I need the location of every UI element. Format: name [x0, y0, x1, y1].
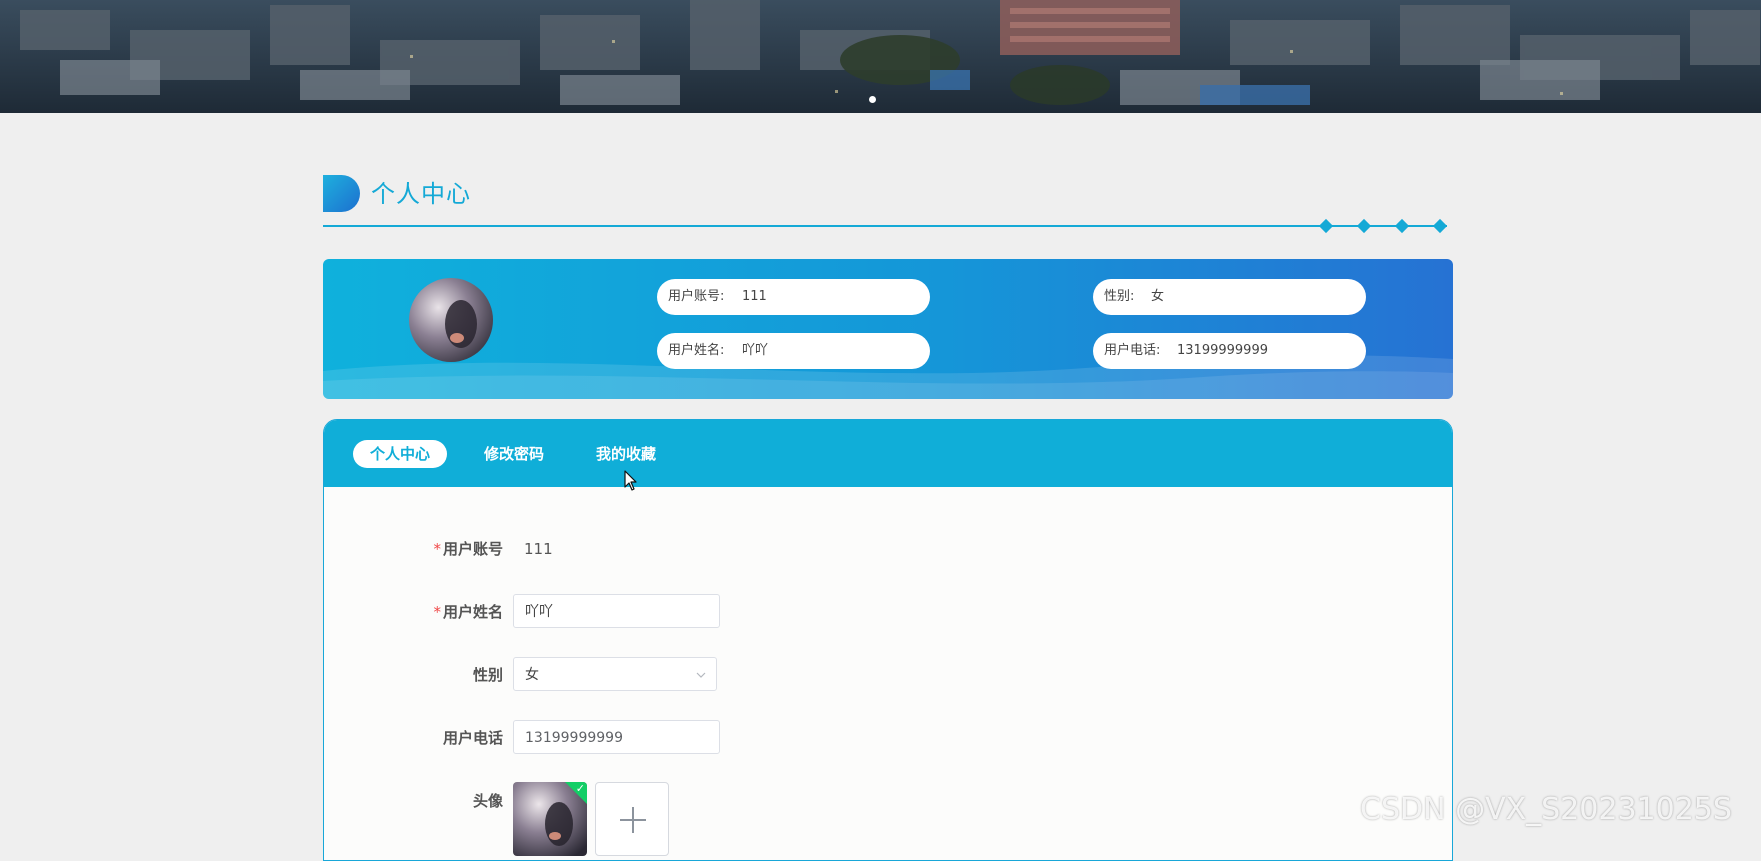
account-pill-label: 用户账号: [668, 289, 725, 304]
tab-change-password[interactable]: 修改密码 [474, 440, 554, 468]
chevron-down-icon [696, 672, 706, 678]
carousel-indicator-dot[interactable] [869, 96, 876, 103]
watermark: CSDN @VX_S20231025S [1360, 792, 1732, 827]
banner-image [0, 0, 1761, 113]
tab-bar: 个人中心 修改密码 我的收藏 [324, 420, 1452, 487]
name-label-text: 用户姓名 [442, 603, 503, 621]
diamond-icon [1394, 218, 1410, 234]
gender-field-label: 性别 [472, 666, 503, 684]
diamond-icon [1318, 218, 1334, 234]
phone-pill-label: 用户电话: [1104, 343, 1161, 358]
diamond-icon [1432, 218, 1448, 234]
name-input[interactable]: 吖吖 [513, 594, 720, 628]
required-mark: * [433, 603, 441, 621]
phone-pill-value: 13199999999 [1177, 343, 1268, 358]
account-label-text: 用户账号 [442, 540, 503, 558]
name-field-label: * 用户姓名 [363, 602, 503, 622]
gender-pill-label: 性别: [1104, 289, 1135, 304]
name-pill-label: 用户姓名: [668, 343, 725, 358]
mouse-cursor-icon [624, 470, 637, 491]
gender-pill-value: 女 [1151, 289, 1165, 304]
phone-input[interactable]: 13199999999 [513, 720, 720, 754]
account-field-label: * 用户账号 [363, 539, 503, 559]
top-banner-carousel[interactable] [0, 0, 1761, 113]
account-pill-value: 111 [742, 289, 767, 304]
check-icon: ✓ [575, 782, 585, 795]
phone-pill: 用户电话: 13199999999 [1093, 333, 1366, 369]
diamond-icon [1356, 218, 1372, 234]
title-divider [323, 225, 1447, 227]
tab-personal-center[interactable]: 个人中心 [353, 440, 447, 468]
uploaded-avatar-thumbnail[interactable]: ✓ [513, 782, 587, 856]
page-title: 个人中心 [371, 180, 471, 208]
gender-select-value: 女 [525, 667, 539, 683]
gender-select[interactable]: 女 [513, 657, 717, 691]
upload-add-button[interactable] [595, 782, 669, 856]
name-pill-value: 吖吖 [742, 343, 769, 358]
tab-my-favorites[interactable]: 我的收藏 [586, 440, 666, 468]
gender-pill: 性别: 女 [1093, 279, 1366, 315]
account-pill: 用户账号: 111 [657, 279, 930, 315]
required-mark: * [433, 540, 441, 558]
name-pill: 用户姓名: 吖吖 [657, 333, 930, 369]
title-badge-icon [323, 175, 360, 212]
avatar-field-label: 头像 [472, 792, 503, 810]
phone-field-label: 用户电话 [442, 729, 503, 747]
account-value: 111 [524, 540, 553, 558]
user-avatar [409, 278, 493, 362]
